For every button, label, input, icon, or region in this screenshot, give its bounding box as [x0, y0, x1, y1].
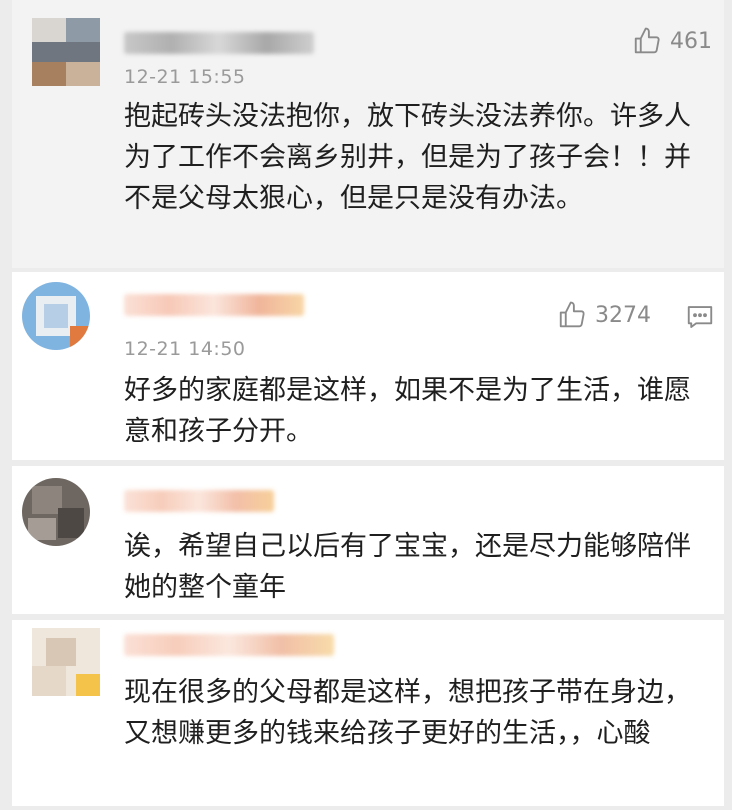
avatar[interactable]	[22, 478, 90, 546]
comment-icon[interactable]	[685, 302, 715, 332]
username-blurred[interactable]	[124, 634, 334, 656]
comment-time: 12-21 14:50	[124, 338, 246, 360]
thumbs-up-icon	[634, 27, 660, 54]
comment-text: 现在很多的父母都是这样，想把孩子带在身边，又想赚更多的钱来给孩子更好的生活，，心…	[124, 677, 691, 749]
comment-text: 抱起砖头没法抱你，放下砖头没法养你。许多人为了工作不会离乡别井，但是为了孩子会！…	[124, 101, 691, 214]
like-count: 3274	[595, 302, 651, 328]
thumbs-up-icon	[559, 301, 585, 328]
comment-time: 12-21 15:55	[124, 66, 246, 88]
comment-text: 诶，希望自己以后有了宝宝，还是尽力能够陪伴她的整个童年	[124, 531, 691, 603]
avatar[interactable]	[32, 628, 100, 696]
username-blurred[interactable]	[124, 294, 304, 316]
avatar[interactable]	[32, 18, 100, 86]
comment-card: 12-21 14:50 3274 好多的家庭都是这样，如果不是为了生活，谁愿意和…	[12, 272, 724, 460]
comment-text: 好多的家庭都是这样，如果不是为了生活，谁愿意和孩子分开。	[124, 375, 691, 447]
comment-card: 12-21 15:55 461 抱起砖头没法抱你，放下砖头没法养你。许多人为了工…	[12, 0, 724, 268]
comment-card: 现在很多的父母都是这样，想把孩子带在身边，又想赚更多的钱来给孩子更好的生活，，心…	[12, 620, 724, 806]
like-button[interactable]: 3274	[557, 300, 651, 330]
comment-card: 诶，希望自己以后有了宝宝，还是尽力能够陪伴她的整个童年	[12, 466, 724, 614]
like-button[interactable]: 461	[632, 26, 712, 56]
like-count: 461	[670, 28, 712, 54]
username-blurred[interactable]	[124, 490, 274, 512]
avatar[interactable]	[22, 282, 90, 350]
username-blurred[interactable]	[124, 32, 314, 54]
